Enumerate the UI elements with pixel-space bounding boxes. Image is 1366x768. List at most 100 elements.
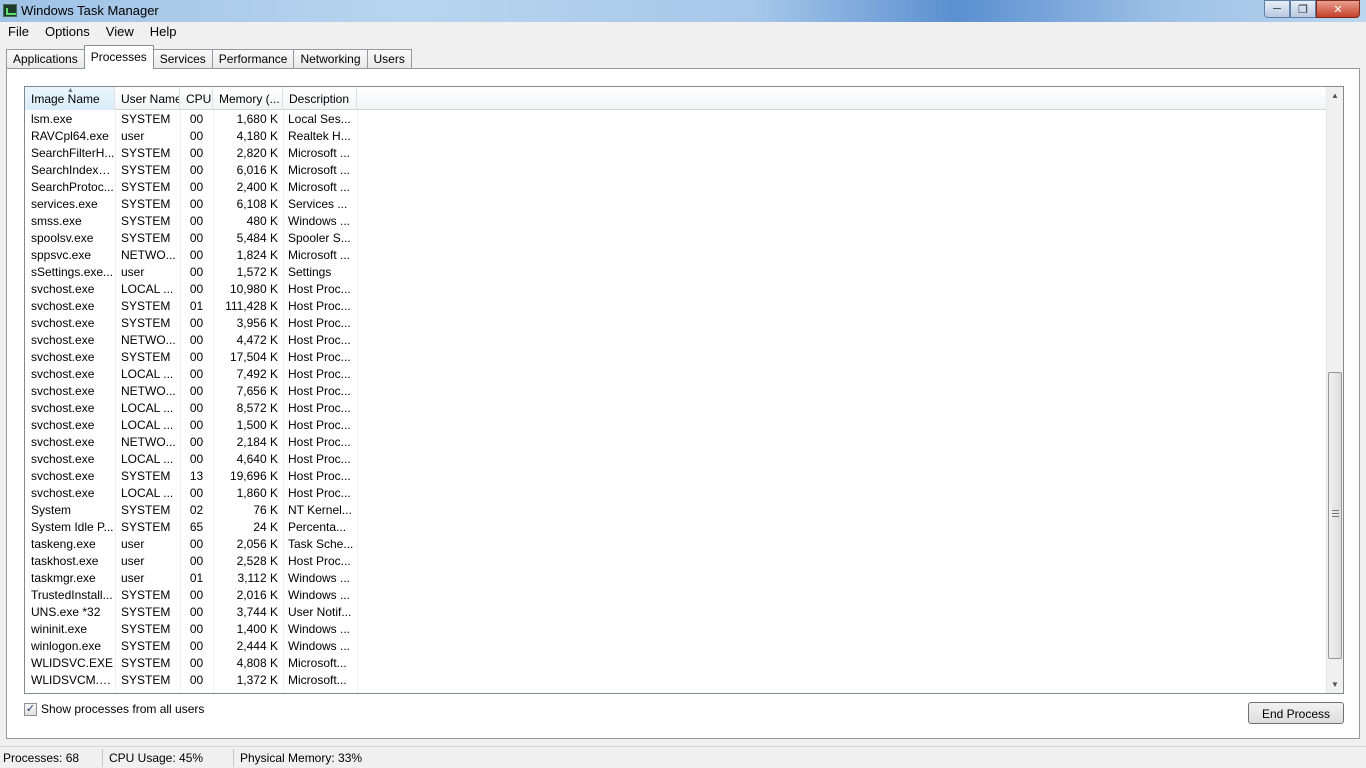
table-row[interactable]: svchost.exe SYSTEM 01 111,428 K Host Proc... [25,298,1327,315]
description-cell: Realtek H... [288,129,351,143]
description-cell: User Notif... [288,605,352,619]
user-name-cell: SYSTEM [121,146,171,160]
column-cpu[interactable]: CPU [180,87,213,110]
table-row[interactable]: svchost.exe SYSTEM 00 3,956 K Host Proc... [25,315,1327,332]
minimize-button[interactable]: ─ [1264,0,1290,18]
table-row[interactable]: svchost.exe LOCAL ... 00 10,980 K Host Proc.… [25,281,1327,298]
column-image-name[interactable]: ▲ Image Name [25,87,115,110]
user-name-cell: NETWO... [121,384,176,398]
table-row[interactable]: svchost.exe NETWO... 00 7,656 K Host Proc... [25,383,1327,400]
memory-cell: 1,824 K [236,248,278,262]
table-row[interactable]: System SYSTEM 02 76 K NT Kernel... [25,502,1327,519]
cpu-cell: 00 [189,639,204,653]
menu-options[interactable]: Options [37,22,98,42]
table-row[interactable]: spoolsv.exe SYSTEM 00 5,484 K Spooler S... [25,230,1327,247]
table-row[interactable]: WLIDSVC.EXE SYSTEM 00 4,808 K Microsoft... [25,655,1327,672]
tab-networking[interactable]: Networking [293,49,368,69]
table-row[interactable]: taskhost.exe user 00 2,528 K Host Proc... [25,553,1327,570]
table-row[interactable]: svchost.exe NETWO... 00 2,184 K Host Proc... [25,434,1327,451]
table-row[interactable]: svchost.exe SYSTEM 13 19,696 K Host Proc... [25,468,1327,485]
table-row[interactable]: wininit.exe SYSTEM 00 1,400 K Windows ... [25,621,1327,638]
column-label: Memory (... [219,92,280,106]
tab-applications[interactable]: Applications [6,49,85,69]
description-cell: Microsoft ... [288,146,351,160]
memory-cell: 19,696 K [229,469,278,483]
table-row[interactable]: svchost.exe LOCAL ... 00 7,492 K Host Proc..… [25,366,1327,383]
table-row[interactable]: taskeng.exe user 00 2,056 K Task Sche... [25,536,1327,553]
title-bar[interactable]: Windows Task Manager ─ ❐ ✕ [0,0,1366,22]
table-row[interactable]: SearchIndexe... SYSTEM 00 6,016 K Microsoft … [25,162,1327,179]
user-name-cell: LOCAL ... [121,282,174,296]
process-list[interactable]: ▲ Image Name User Name CPU Memory (... D… [24,86,1344,694]
column-user-name[interactable]: User Name [115,87,180,110]
scroll-down-button[interactable]: ▼ [1327,676,1343,693]
table-row[interactable]: WLIDSVCM.EXE SYSTEM 00 1,372 K Microsoft... [25,672,1327,689]
description-cell: Host Proc... [288,469,351,483]
table-row[interactable]: sSettings.exe... user 00 1,572 K Settings [25,264,1327,281]
description-cell: Microsoft ... [288,180,351,194]
description-cell: Spooler S... [288,231,351,245]
table-row[interactable]: lsm.exe SYSTEM 00 1,680 K Local Ses... [25,111,1327,128]
menu-file[interactable]: File [0,22,37,42]
maximize-button[interactable]: ❐ [1290,0,1316,18]
table-row[interactable]: RAVCpl64.exe user 00 4,180 K Realtek H... [25,128,1327,145]
description-cell: NT Kernel... [288,503,352,517]
scroll-thumb[interactable] [1328,372,1342,659]
cpu-cell: 00 [189,384,204,398]
tab-performance[interactable]: Performance [211,49,295,69]
description-cell: Host Proc... [288,350,351,364]
table-row[interactable]: svchost.exe SYSTEM 00 17,504 K Host Proc... [25,349,1327,366]
show-all-users[interactable]: ✓ Show processes from all users [24,702,204,716]
description-cell: Windows ... [288,571,351,585]
table-row[interactable]: svchost.exe LOCAL ... 00 8,572 K Host Proc..… [25,400,1327,417]
table-row[interactable]: System Idle P... SYSTEM 65 24 K Percenta... [25,519,1327,536]
end-process-button[interactable]: End Process [1248,702,1344,724]
table-row[interactable]: svchost.exe LOCAL ... 00 1,500 K Host Proc..… [25,417,1327,434]
table-row[interactable]: UNS.exe *32 SYSTEM 00 3,744 K User Notif... [25,604,1327,621]
table-row[interactable]: smss.exe SYSTEM 00 480 K Windows ... [25,213,1327,230]
table-row[interactable]: SearchProtoc... SYSTEM 00 2,400 K Microsoft … [25,179,1327,196]
process-name-cell: WLIDSVC.EXE [31,656,114,670]
process-name-cell: svchost.exe [31,367,95,381]
table-row[interactable]: TrustedInstall... SYSTEM 00 2,016 K Windows … [25,587,1327,604]
description-cell: Microsoft ... [288,248,351,262]
process-name-cell: RAVCpl64.exe [31,129,109,143]
column-memory[interactable]: Memory (... [213,87,283,110]
cpu-cell: 00 [189,452,204,466]
table-row[interactable]: services.exe SYSTEM 00 6,108 K Services ... [25,196,1327,213]
memory-cell: 2,056 K [236,537,278,551]
window-title: Windows Task Manager [21,3,159,18]
table-row[interactable]: taskmgr.exe user 01 3,112 K Windows ... [25,570,1327,587]
memory-cell: 17,504 K [229,350,278,364]
menu-view[interactable]: View [98,22,142,42]
tab-processes[interactable]: Processes [83,45,154,69]
user-name-cell: LOCAL ... [121,486,174,500]
vertical-scrollbar[interactable]: ▲ ▼ [1326,87,1343,693]
table-row[interactable]: svchost.exe LOCAL ... 00 4,640 K Host Proc..… [25,451,1327,468]
arrow-up-icon: ▲ [1331,91,1339,100]
show-all-checkbox[interactable]: ✓ [24,702,37,716]
memory-cell: 1,572 K [236,265,278,279]
table-row[interactable]: svchost.exe LOCAL ... 00 1,860 K Host Proc..… [25,485,1327,502]
status-processes: Processes: 68 [3,751,80,765]
table-row[interactable]: SearchFilterH... SYSTEM 00 2,820 K Microsoft… [25,145,1327,162]
user-name-cell: LOCAL ... [121,418,174,432]
memory-cell: 2,820 K [236,146,278,160]
description-cell: Host Proc... [288,316,351,330]
table-row[interactable]: svchost.exe NETWO... 00 4,472 K Host Proc... [25,332,1327,349]
status-divider [233,749,234,767]
process-name-cell: taskhost.exe [31,554,99,568]
user-name-cell: SYSTEM [121,112,171,126]
memory-cell: 111,428 K [225,299,278,313]
column-description[interactable]: Description [283,87,357,110]
cpu-cell: 01 [189,571,204,585]
scroll-up-button[interactable]: ▲ [1327,87,1343,104]
minimize-icon: ─ [1273,3,1281,15]
table-row[interactable]: sppsvc.exe NETWO... 00 1,824 K Microsoft ... [25,247,1327,264]
tab-services[interactable]: Services [152,49,213,69]
tab-users[interactable]: Users [366,49,412,69]
cpu-cell: 00 [189,350,204,364]
menu-help[interactable]: Help [142,22,185,42]
table-row[interactable]: winlogon.exe SYSTEM 00 2,444 K Windows ... [25,638,1327,655]
close-button[interactable]: ✕ [1316,0,1360,18]
